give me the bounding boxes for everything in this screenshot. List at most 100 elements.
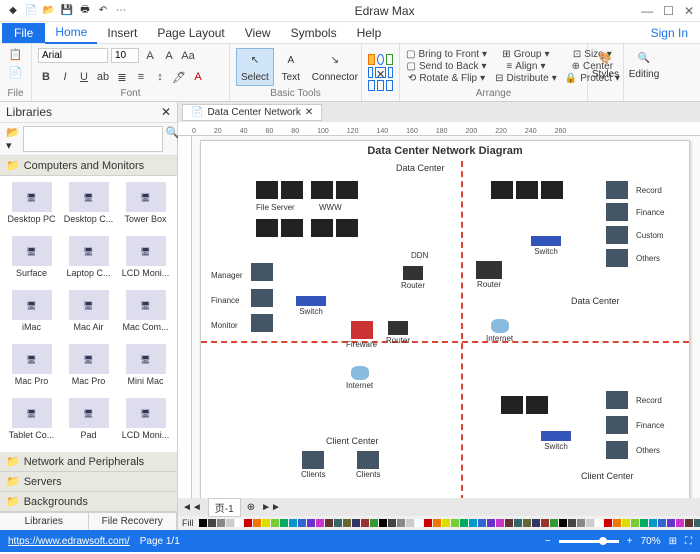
color-swatch[interactable] bbox=[334, 519, 342, 527]
color-swatch[interactable] bbox=[397, 519, 405, 527]
color-swatch[interactable] bbox=[541, 519, 549, 527]
server-node[interactable] bbox=[491, 181, 513, 199]
highlight-icon[interactable]: 🖊 bbox=[171, 69, 187, 85]
font-case-icon[interactable]: Aa bbox=[180, 48, 196, 64]
underline-icon[interactable]: U bbox=[76, 69, 92, 85]
color-swatch[interactable] bbox=[199, 519, 207, 527]
pc-node[interactable] bbox=[606, 181, 628, 199]
tab-view[interactable]: View bbox=[235, 23, 281, 43]
server-node[interactable] bbox=[256, 219, 278, 237]
distribute-button[interactable]: ⊟ Distribute ▾ bbox=[495, 73, 557, 84]
pc-node[interactable] bbox=[606, 441, 628, 459]
undo-icon[interactable]: ↶ bbox=[96, 4, 110, 18]
pc-node[interactable] bbox=[606, 203, 628, 221]
client-node[interactable]: Clients bbox=[356, 451, 380, 479]
shape-item[interactable]: 🖥Tower Box bbox=[118, 180, 173, 232]
color-swatch[interactable] bbox=[361, 519, 369, 527]
finance-node[interactable]: Finance bbox=[211, 296, 239, 305]
server-node[interactable] bbox=[256, 181, 278, 199]
fullscreen-icon[interactable]: ⛶ bbox=[685, 536, 692, 547]
libraries-close-icon[interactable]: ✕ bbox=[161, 105, 171, 119]
internet-cloud[interactable]: Internet bbox=[346, 366, 373, 390]
color-swatch[interactable] bbox=[406, 519, 414, 527]
sidebar-tab-libraries[interactable]: Libraries bbox=[0, 513, 89, 530]
shape-item[interactable]: 🖥LCD Moni... bbox=[118, 234, 173, 286]
pc-node[interactable] bbox=[251, 289, 273, 307]
pc-node[interactable] bbox=[251, 263, 273, 281]
color-swatch[interactable] bbox=[451, 519, 459, 527]
color-swatch[interactable] bbox=[478, 519, 486, 527]
pc-node[interactable] bbox=[606, 249, 628, 267]
tab-symbols[interactable]: Symbols bbox=[281, 23, 347, 43]
new-icon[interactable]: 📄 bbox=[24, 4, 38, 18]
shape-item[interactable]: 🖥Mini Mac bbox=[118, 342, 173, 394]
server-node[interactable] bbox=[526, 396, 548, 414]
font-name-select[interactable] bbox=[38, 48, 108, 63]
open-icon[interactable]: 📂 bbox=[42, 4, 56, 18]
color-swatch[interactable] bbox=[577, 519, 585, 527]
color-swatch[interactable] bbox=[253, 519, 261, 527]
color-swatch[interactable] bbox=[442, 519, 450, 527]
editing-button[interactable]: 🔍Editing bbox=[630, 46, 658, 82]
color-swatch[interactable] bbox=[298, 519, 306, 527]
shape-item[interactable]: 🖥Mac Air bbox=[61, 288, 116, 340]
color-swatch[interactable] bbox=[667, 519, 675, 527]
color-swatch[interactable] bbox=[658, 519, 666, 527]
color-swatch[interactable] bbox=[226, 519, 234, 527]
switch-node[interactable]: Switch bbox=[531, 236, 561, 256]
color-swatch[interactable] bbox=[316, 519, 324, 527]
color-swatch[interactable] bbox=[271, 519, 279, 527]
server-node[interactable] bbox=[336, 181, 358, 199]
server-node[interactable] bbox=[311, 181, 333, 199]
color-swatch[interactable] bbox=[208, 519, 216, 527]
font-size-select[interactable] bbox=[111, 48, 139, 63]
page-nav-prev[interactable]: ◄◄ bbox=[182, 502, 202, 513]
text-tool[interactable]: AText bbox=[277, 49, 305, 85]
page-nav-next[interactable]: ►► bbox=[261, 502, 281, 513]
shape-item[interactable]: 🖥Laptop C... bbox=[61, 234, 116, 286]
align-button[interactable]: ≡ Align ▾ bbox=[506, 61, 545, 72]
server-node[interactable] bbox=[311, 219, 333, 237]
paste-icon[interactable]: 📋 bbox=[8, 46, 24, 62]
color-swatch[interactable] bbox=[379, 519, 387, 527]
color-swatch[interactable] bbox=[415, 519, 423, 527]
color-swatch[interactable] bbox=[640, 519, 648, 527]
sidebar-tab-recovery[interactable]: File Recovery bbox=[89, 513, 178, 530]
shape-item[interactable]: 🖥Mac Pro bbox=[4, 342, 59, 394]
category-computers[interactable]: 📁Computers and Monitors bbox=[0, 156, 177, 176]
server-node[interactable] bbox=[281, 219, 303, 237]
shape-item[interactable]: 🖥Desktop PC bbox=[4, 180, 59, 232]
color-swatch[interactable] bbox=[505, 519, 513, 527]
spacing-icon[interactable]: ↕ bbox=[152, 69, 168, 85]
select-tool[interactable]: ↖Select bbox=[236, 48, 274, 86]
color-swatch[interactable] bbox=[550, 519, 558, 527]
color-swatch[interactable] bbox=[496, 519, 504, 527]
category-servers[interactable]: 📁Servers bbox=[0, 472, 177, 492]
server-node[interactable] bbox=[501, 396, 523, 414]
libraries-search-input[interactable] bbox=[23, 126, 163, 152]
server-node[interactable] bbox=[516, 181, 538, 199]
libraries-menu-icon[interactable]: 📂▾ bbox=[6, 126, 20, 152]
zoom-slider[interactable] bbox=[559, 540, 619, 543]
maximize-button[interactable]: ☐ bbox=[663, 4, 674, 18]
color-swatch[interactable] bbox=[388, 519, 396, 527]
color-swatch[interactable] bbox=[307, 519, 315, 527]
italic-icon[interactable]: I bbox=[57, 69, 73, 85]
pc-node[interactable] bbox=[251, 314, 273, 332]
document-tab[interactable]: 📄 Data Center Network ✕ bbox=[182, 104, 322, 121]
save-icon[interactable]: 💾 bbox=[60, 4, 74, 18]
color-swatch[interactable] bbox=[433, 519, 441, 527]
color-swatch[interactable] bbox=[649, 519, 657, 527]
switch-node[interactable]: Switch bbox=[296, 296, 326, 316]
client-node[interactable]: Clients bbox=[301, 451, 325, 479]
router-node[interactable]: Router bbox=[476, 261, 502, 289]
color-swatch[interactable] bbox=[676, 519, 684, 527]
color-swatch[interactable] bbox=[244, 519, 252, 527]
font-grow-icon[interactable]: A bbox=[142, 48, 158, 64]
connector-tool[interactable]: ↘Connector bbox=[308, 49, 362, 85]
color-swatch[interactable] bbox=[685, 519, 693, 527]
view-mode-icon[interactable]: ⊞ bbox=[669, 536, 677, 547]
shape-item[interactable]: 🖥LCD Moni... bbox=[118, 396, 173, 448]
pc-node[interactable] bbox=[606, 391, 628, 409]
router-node[interactable]: Router bbox=[401, 266, 425, 290]
